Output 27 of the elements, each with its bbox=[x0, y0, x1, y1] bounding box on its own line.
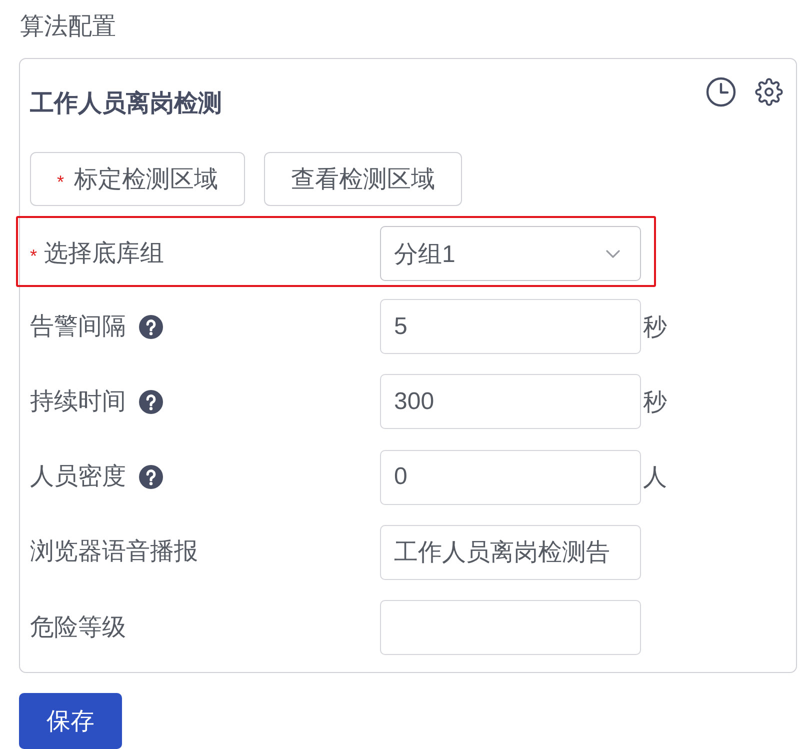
settings-icon[interactable] bbox=[755, 78, 783, 106]
card-title: 工作人员离岗检测 bbox=[30, 89, 222, 119]
section-title: 算法配置 bbox=[20, 12, 116, 42]
field-label: 选择底库组 bbox=[44, 238, 164, 268]
unit-label: 人 bbox=[643, 463, 667, 494]
text-field[interactable] bbox=[380, 600, 641, 656]
unit-label: 秒 bbox=[643, 312, 667, 342]
field-label: 持续时间 bbox=[30, 386, 126, 417]
help-icon[interactable] bbox=[139, 314, 163, 338]
clock-icon[interactable] bbox=[706, 77, 736, 107]
region-button[interactable]: 查看检测区域 bbox=[264, 152, 462, 206]
chevron-down-icon bbox=[606, 250, 620, 258]
field-label: 危险等级 bbox=[30, 612, 126, 643]
select-field[interactable]: 分组1 bbox=[380, 226, 641, 281]
help-icon[interactable] bbox=[139, 465, 163, 490]
text-field[interactable]: 5 bbox=[380, 299, 641, 354]
region-button[interactable]: * 标定检测区域 bbox=[30, 152, 246, 206]
field-label: 浏览器语音播报 bbox=[30, 537, 198, 568]
text-field[interactable]: 工作人员离岗检测告 bbox=[380, 524, 641, 580]
field-label: 人员密度 bbox=[30, 462, 126, 492]
text-field[interactable]: 300 bbox=[380, 374, 641, 430]
field-label: 告警间隔 bbox=[30, 312, 126, 342]
text-field[interactable]: 0 bbox=[380, 450, 641, 505]
required-asterisk: * bbox=[30, 246, 38, 267]
unit-label: 秒 bbox=[643, 388, 667, 418]
help-icon[interactable] bbox=[139, 390, 163, 414]
save-button[interactable]: 保存 bbox=[19, 693, 122, 749]
